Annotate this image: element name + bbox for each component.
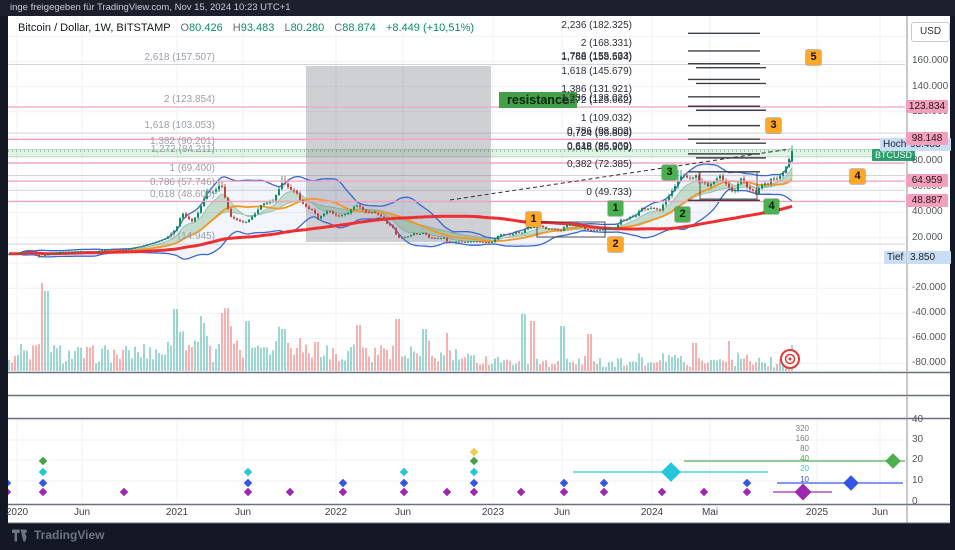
time-axis-label[interactable]: 2024	[630, 507, 674, 518]
time-axis-label[interactable]: 2020	[0, 507, 39, 518]
time-axis-label[interactable]: Jun	[540, 507, 584, 518]
fib-retracement-label: 2 (123.854)	[15, 94, 215, 105]
fib-retracement-label: 2,618 (157.507)	[15, 52, 215, 63]
fib-retracement-label: 0 (14.945)	[15, 231, 215, 242]
low-value: 80.280	[291, 22, 325, 34]
time-axis-label[interactable]: Jun	[381, 507, 425, 518]
price-axis-label: -60.000	[912, 332, 946, 343]
fib-extension-label: 0,648 (85.909)	[432, 142, 632, 153]
high-label: H	[233, 22, 241, 34]
price-axis-label: -20.000	[912, 282, 946, 293]
alert-price-label[interactable]: 123.834	[906, 100, 948, 113]
fib-extension-label: 1,768 (158.594)	[432, 52, 632, 63]
wave-count-badge-green-2[interactable]: 2	[675, 207, 690, 222]
high-value: 93.483	[241, 22, 275, 34]
tradingview-brand-text: TradingView	[34, 528, 104, 542]
fib-extension-label: 2 (168.331)	[432, 38, 632, 49]
range-low-value: 3.850	[907, 251, 951, 264]
price-axis-label: 140.000	[912, 81, 948, 92]
fib-extension-label: 1,618 (145.679)	[432, 66, 632, 77]
tradingview-branding: TradingView	[12, 528, 104, 542]
indicator-level-label: 80	[779, 444, 809, 453]
indicator-level-label: 320	[779, 424, 809, 433]
indicator-level-label: 160	[779, 434, 809, 443]
range-high-label: Hoch	[880, 138, 909, 151]
indicator-axis-label: 40	[912, 414, 923, 425]
alert-price-label[interactable]: 64.959	[906, 174, 948, 187]
alert-price-label[interactable]: 98.148	[906, 132, 948, 145]
indicator-level-label: 20	[779, 464, 809, 473]
wave-count-badge-orange-4[interactable]: 4	[850, 169, 865, 184]
wave-count-badge-orange-5[interactable]: 5	[806, 50, 821, 65]
fib-extension-label: 0 (49.733)	[432, 187, 632, 198]
price-axis-label: 20.000	[912, 232, 943, 243]
price-axis-label: 80.000	[912, 155, 943, 166]
time-axis-label[interactable]: 2025	[795, 507, 839, 518]
time-axis-label[interactable]: Mai	[688, 507, 732, 518]
range-low-label: Tief	[884, 251, 906, 264]
fib-retracement-label: 1 (69.400)	[15, 163, 215, 174]
fib-extension-label: 2,236 (182.325)	[432, 20, 632, 31]
time-axis-label[interactable]: 2022	[314, 507, 358, 518]
indicator-axis-label: 10	[912, 475, 923, 486]
wave-count-badge-orange-3[interactable]: 3	[766, 118, 781, 133]
indicator-axis-label: 20	[912, 454, 923, 465]
price-axis-label: -80.000	[912, 357, 946, 368]
indicator-axis-label: 30	[912, 434, 923, 445]
alert-price-label[interactable]: 48.887	[906, 194, 948, 207]
fib-retracement-label: 0,618 (48.600)	[15, 189, 215, 200]
fib-extension-label: 1 (109.032)	[432, 113, 632, 124]
symbol-title[interactable]: Bitcoin / Dollar, 1W, BITSTAMP	[18, 22, 170, 34]
currency-toggle-button[interactable]: USD	[911, 22, 950, 42]
time-axis-label[interactable]: Jun	[221, 507, 265, 518]
time-axis-label[interactable]: 2021	[155, 507, 199, 518]
tradingview-screenshot: inge freigegeben für TradingView.com, No…	[0, 0, 955, 550]
fib-extension-label: 0,724 (96.809)	[432, 128, 632, 139]
indicator-level-label: 40	[779, 454, 809, 463]
fib-retracement-label: 1,618 (103.053)	[15, 120, 215, 131]
price-axis-label: 40.000	[912, 206, 943, 217]
price-axis-label: -40.000	[912, 307, 946, 318]
wave-count-badge-green-3[interactable]: 3	[662, 165, 677, 180]
close-value: 88.874	[342, 22, 376, 34]
indicator-axis-label: 0	[912, 496, 918, 507]
symbol-legend[interactable]: Bitcoin / Dollar, 1W, BITSTAMP O80.426 H…	[18, 22, 474, 34]
time-axis-label[interactable]: Jun	[60, 507, 104, 518]
time-axis-label[interactable]: Jun	[858, 507, 902, 518]
tradingview-logo-icon	[12, 529, 29, 542]
chart-canvas[interactable]	[0, 0, 955, 550]
indicator-level-label: 10	[779, 475, 809, 484]
fib-retracement-label: 1,272 (84.211)	[15, 144, 215, 155]
fib-extension-label: 0,382 (72.385)	[432, 159, 632, 170]
price-axis-label: 160.000	[912, 55, 948, 66]
wave-count-badge-green-1[interactable]: 1	[608, 201, 623, 216]
open-label: O	[180, 22, 189, 34]
time-axis-label[interactable]: 2023	[471, 507, 515, 518]
wave-count-badge-orange-2[interactable]: 2	[608, 237, 623, 252]
wave-count-badge-orange-1[interactable]: 1	[526, 212, 541, 227]
wave-count-badge-green-4[interactable]: 4	[764, 199, 779, 214]
open-value: 80.426	[189, 22, 223, 34]
fib-extension-label: 1,272 (125.662)	[432, 95, 632, 106]
fib-retracement-label: 0,786 (57.746)	[15, 177, 215, 188]
